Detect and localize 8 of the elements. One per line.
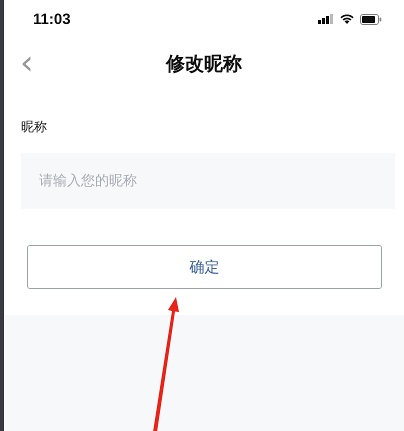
nickname-input[interactable]: 请输入您的昵称 (21, 153, 395, 209)
nickname-label: 昵称 (21, 119, 47, 136)
confirm-button[interactable]: 确定 (27, 245, 382, 289)
wifi-icon (340, 14, 354, 24)
status-time: 11:03 (33, 10, 71, 28)
signal-icon (318, 14, 334, 24)
page-title: 修改昵称 (166, 52, 242, 77)
battery-icon (360, 14, 382, 24)
